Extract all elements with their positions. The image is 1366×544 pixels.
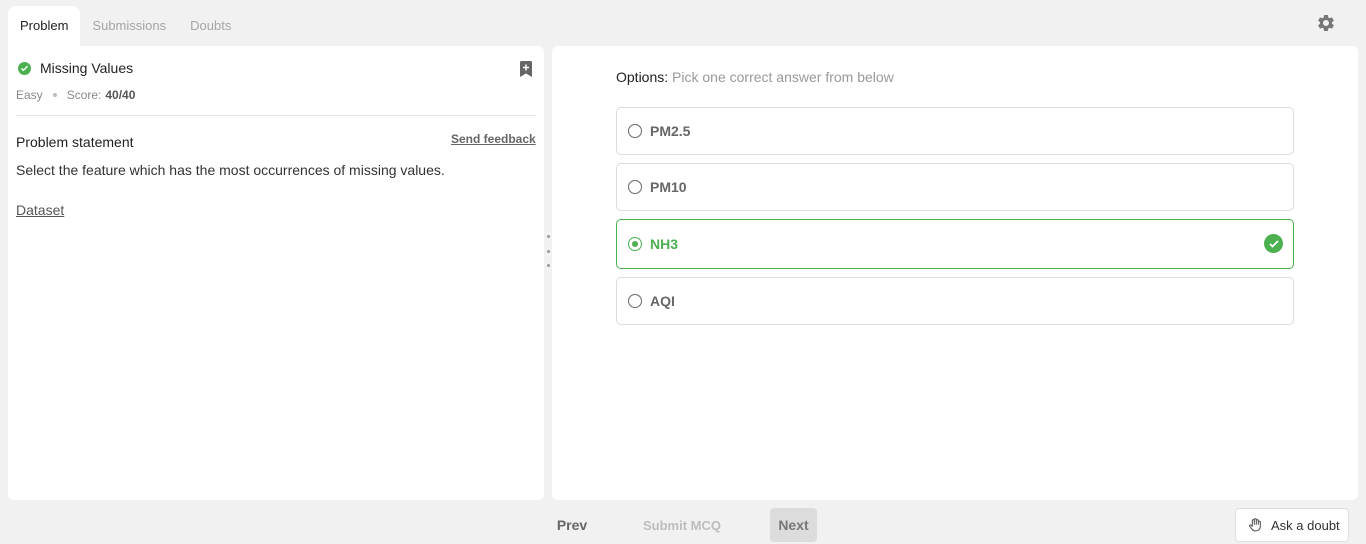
score-label: Score: bbox=[66, 88, 102, 102]
options-hint: Pick one correct answer from below bbox=[672, 69, 894, 85]
radio-button[interactable] bbox=[628, 294, 642, 308]
radio-button[interactable] bbox=[628, 124, 642, 138]
problem-meta: Easy Score: 40/40 bbox=[16, 88, 135, 102]
handle-dot bbox=[546, 235, 550, 238]
problem-statement-heading: Problem statement bbox=[16, 134, 134, 150]
problem-title-row: Missing Values bbox=[18, 60, 133, 76]
options-label: Options: bbox=[616, 69, 669, 85]
send-feedback-link[interactable]: Send feedback bbox=[451, 132, 536, 146]
option-aqi[interactable]: AQI bbox=[616, 277, 1294, 325]
option-nh3[interactable]: NH3 bbox=[616, 219, 1294, 269]
tab-bar: Problem Submissions Doubts bbox=[8, 6, 243, 46]
radio-button[interactable] bbox=[628, 180, 642, 194]
mcq-panel: Options: Pick one correct answer from be… bbox=[552, 46, 1358, 500]
option-pm25[interactable]: PM2.5 bbox=[616, 107, 1294, 155]
difficulty-label: Easy bbox=[16, 88, 43, 102]
option-pm10[interactable]: PM10 bbox=[616, 163, 1294, 211]
bookmark-add-icon[interactable] bbox=[518, 61, 534, 77]
problem-title: Missing Values bbox=[40, 60, 134, 76]
check-circle-icon bbox=[1264, 234, 1283, 253]
option-label: PM10 bbox=[650, 179, 687, 195]
score-value: 40/40 bbox=[105, 88, 136, 102]
panel-resize-handle[interactable] bbox=[545, 235, 551, 267]
next-button[interactable]: Next bbox=[770, 508, 817, 542]
option-label: AQI bbox=[650, 293, 675, 309]
problem-statement-text: Select the feature which has the most oc… bbox=[16, 162, 445, 178]
divider bbox=[16, 115, 536, 116]
handle-dot bbox=[546, 249, 550, 253]
tab-submissions[interactable]: Submissions bbox=[80, 6, 178, 46]
hand-icon bbox=[1249, 518, 1261, 532]
prev-button[interactable]: Prev bbox=[550, 508, 594, 542]
handle-dot bbox=[546, 264, 550, 267]
problem-panel: Missing Values Easy Score: 40/40 Problem… bbox=[8, 46, 544, 500]
gear-icon[interactable] bbox=[1316, 13, 1336, 33]
option-label: NH3 bbox=[650, 236, 679, 252]
ask-doubt-button[interactable]: Ask a doubt bbox=[1235, 508, 1349, 542]
dataset-link[interactable]: Dataset bbox=[16, 202, 64, 218]
tab-doubts[interactable]: Doubts bbox=[178, 6, 243, 46]
ask-doubt-label: Ask a doubt bbox=[1271, 517, 1340, 533]
option-label: PM2.5 bbox=[650, 123, 691, 139]
check-circle-icon bbox=[18, 61, 31, 75]
tab-problem[interactable]: Problem bbox=[8, 6, 81, 46]
separator-dot bbox=[52, 93, 57, 97]
options-heading: Options: Pick one correct answer from be… bbox=[616, 69, 894, 85]
submit-mcq-button[interactable]: Submit MCQ bbox=[640, 508, 724, 542]
radio-button-selected[interactable] bbox=[628, 237, 642, 251]
